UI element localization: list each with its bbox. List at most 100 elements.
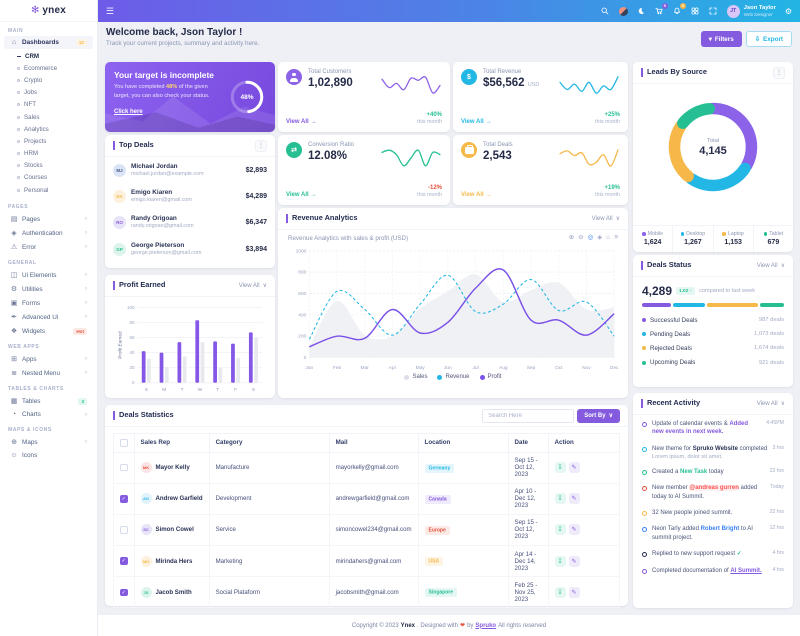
- reset-home-icon[interactable]: ⌂: [606, 235, 610, 242]
- user-profile-chip[interactable]: JT Json Taylor Web Designer: [726, 4, 776, 18]
- view-all-link[interactable]: View All →: [461, 119, 492, 125]
- download-button[interactable]: ↧: [554, 462, 566, 474]
- download-button[interactable]: ↧: [554, 586, 566, 598]
- deal-list-item[interactable]: GP George Pieterson george.pieterson@gma…: [105, 236, 275, 262]
- sidebar-subitem[interactable]: Jobs: [0, 87, 97, 99]
- sidebar-item[interactable]: ◈ Authentication ›: [4, 226, 93, 240]
- edit-button[interactable]: ✎: [568, 493, 580, 505]
- row-checkbox[interactable]: [120, 526, 128, 534]
- sidebar-subitem[interactable]: Ecommerce: [0, 62, 97, 74]
- sidebar-item[interactable]: ⚠ Error ›: [4, 240, 93, 254]
- sidebar-item[interactable]: ▦ Tables 3: [4, 394, 93, 408]
- sidebar-subitem[interactable]: Analytics: [0, 123, 97, 135]
- revenue-sparkline: [559, 76, 619, 94]
- row-checkbox[interactable]: [120, 495, 128, 503]
- view-all-link[interactable]: View All →: [286, 119, 317, 125]
- sidebar-subitem[interactable]: Personal: [0, 184, 97, 196]
- activity-time: 4 hrs: [772, 550, 784, 557]
- activity-link[interactable]: Spruko Website: [693, 446, 738, 452]
- location-badge: Europe: [424, 525, 450, 535]
- deal-list-item[interactable]: MJ Michael Jordan michael.jordan@example…: [105, 157, 275, 183]
- edit-button[interactable]: ✎: [568, 586, 580, 598]
- search-input[interactable]: [482, 408, 575, 423]
- cart-icon[interactable]: 5: [655, 3, 668, 16]
- click-here-link[interactable]: Click here: [114, 109, 143, 115]
- view-all-dropdown[interactable]: View All ∨: [239, 282, 267, 290]
- sidebar-item[interactable]: ❖ Widgets Hot: [4, 324, 93, 338]
- sidebar-item[interactable]: ◫ Ui Elements ›: [4, 268, 93, 282]
- deals-total: 4,289: [642, 284, 673, 298]
- panel-menu-button[interactable]: ⋮: [255, 139, 267, 152]
- sidebar-subitem[interactable]: Stocks: [0, 160, 97, 172]
- download-button[interactable]: ↧: [554, 555, 566, 567]
- sidebar-item[interactable]: ⊕ Maps ›: [4, 435, 93, 449]
- sidebar-item[interactable]: ⚙ Utilities ›: [4, 282, 93, 296]
- edit-button[interactable]: ✎: [568, 462, 580, 474]
- filters-button[interactable]: ▾ Filters: [700, 31, 742, 47]
- view-all-dropdown[interactable]: View All ∨: [592, 215, 620, 223]
- sidebar-item[interactable]: ◔ Charts ›: [4, 408, 93, 421]
- select-all-checkbox[interactable]: [120, 439, 128, 447]
- activity-link[interactable]: @andreas gurren: [689, 485, 739, 492]
- view-all-link[interactable]: View All →: [461, 192, 492, 198]
- activity-link[interactable]: New Task: [680, 469, 707, 475]
- sidebar-item[interactable]: ☺ Icons: [4, 449, 93, 462]
- bar-segment: [707, 303, 758, 307]
- brand-logo[interactable]: ✻ ynex: [0, 0, 97, 22]
- sidebar-subitem[interactable]: Courses: [0, 172, 97, 184]
- zoom-out-icon[interactable]: ⊖: [578, 235, 583, 242]
- table-row: MHMirinda Hers Marketing mirindahers@gma…: [113, 545, 621, 578]
- bullet-icon: [17, 176, 20, 180]
- settings-gear-icon[interactable]: ⚙: [785, 7, 792, 16]
- language-flag-icon[interactable]: [618, 6, 628, 16]
- view-all-dropdown[interactable]: View All ∨: [757, 400, 785, 408]
- chart-menu-icon[interactable]: ≡: [614, 235, 618, 242]
- view-all-link[interactable]: View All →: [286, 192, 317, 198]
- pan-icon[interactable]: ◈: [597, 235, 602, 242]
- row-checkbox[interactable]: [120, 588, 128, 597]
- sidebar-heading-general: GENERAL: [8, 260, 37, 267]
- sort-by-button[interactable]: Sort By ∨: [577, 408, 620, 423]
- edit-button[interactable]: ✎: [568, 524, 580, 536]
- chevron-down-icon: ∨: [615, 216, 620, 222]
- fullscreen-icon[interactable]: [709, 7, 718, 16]
- svg-text:T: T: [181, 387, 184, 392]
- svg-text:400: 400: [298, 312, 306, 318]
- apps-grid-icon[interactable]: [691, 7, 700, 16]
- deal-list-item[interactable]: EK Emigo Kiaren emigo.kiaren@gmail.com $…: [105, 183, 275, 209]
- notifications-bell-icon[interactable]: 3: [673, 3, 686, 16]
- zoom-in-icon[interactable]: ⊕: [569, 235, 574, 242]
- activity-link[interactable]: Robert Bright: [701, 526, 740, 532]
- sidebar-item[interactable]: ≣ Nested Menu ›: [4, 366, 93, 380]
- sidebar-subitem[interactable]: HRM: [0, 148, 97, 160]
- download-button[interactable]: ↧: [554, 493, 566, 505]
- search-icon[interactable]: [601, 7, 610, 16]
- sidebar-subitem[interactable]: CRM: [0, 50, 97, 62]
- designer-link[interactable]: Spruko: [475, 623, 496, 629]
- activity-link[interactable]: ✓: [737, 551, 742, 557]
- download-button[interactable]: ↧: [554, 524, 566, 536]
- sidebar-item-dashboards[interactable]: ⌂ Dashboards 12: [4, 36, 93, 49]
- hamburger-menu-icon[interactable]: ☰: [106, 6, 114, 16]
- sidebar-item[interactable]: ✒ Advanced Ui ›: [4, 310, 93, 324]
- export-button[interactable]: ⇩ Export: [745, 31, 792, 47]
- panel-menu-button[interactable]: ⋮: [773, 66, 785, 79]
- view-all-dropdown[interactable]: View All ∨: [757, 262, 785, 270]
- panel-title: Recent Activity: [641, 398, 700, 408]
- sidebar-item[interactable]: ▤ Pages ›: [4, 212, 93, 226]
- dark-mode-moon-icon[interactable]: [637, 7, 646, 16]
- selection-zoom-icon[interactable]: ◎: [588, 235, 594, 242]
- column-header: Mail: [328, 433, 419, 453]
- sidebar-subitem[interactable]: Projects: [0, 135, 97, 147]
- sidebar-subitem[interactable]: NFT: [0, 99, 97, 111]
- deal-list-item[interactable]: RO Randy Origoan randy.origoan@gmail.com…: [105, 210, 275, 236]
- activity-link[interactable]: AI Summit.: [730, 568, 761, 574]
- sidebar-item[interactable]: ▣ Forms ›: [4, 296, 93, 310]
- nested-menu-icon: ≣: [11, 370, 17, 378]
- row-checkbox[interactable]: [120, 463, 128, 472]
- sidebar-subitem[interactable]: Sales: [0, 111, 97, 123]
- sidebar-subitem[interactable]: Crypto: [0, 74, 97, 86]
- edit-button[interactable]: ✎: [568, 555, 580, 567]
- sidebar-item[interactable]: ⊞ Apps ›: [4, 352, 93, 366]
- row-checkbox[interactable]: [120, 557, 128, 565]
